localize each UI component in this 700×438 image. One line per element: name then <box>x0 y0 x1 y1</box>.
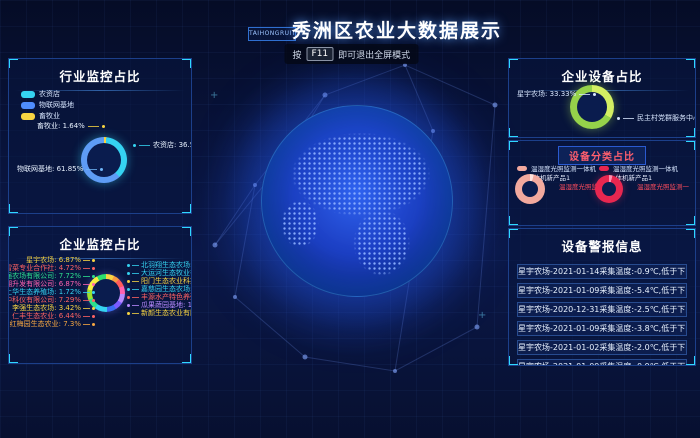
hint-prefix: 按 <box>293 48 302 61</box>
callout-dot <box>102 125 105 128</box>
alert-list-item[interactable]: 星宇农场-2021-01-14采集温度:-0.9℃,低于下限:0℃ <box>517 264 687 279</box>
legend-swatch <box>21 113 35 120</box>
callout-dot <box>92 315 95 318</box>
callout-line <box>132 289 139 290</box>
decor-plus: + <box>478 310 486 321</box>
alert-list-item[interactable]: 星宇农场-2020-12-31采集温度:-2.5℃,低于下限:0℃ <box>517 302 687 317</box>
callout-line <box>83 324 90 325</box>
category-donut-left <box>515 174 545 204</box>
panel-title: 行业监控占比 <box>9 59 191 90</box>
chart-callout: 新颜生态农业有限公司: 6.879 <box>127 308 192 318</box>
callout-dot <box>92 267 95 270</box>
f11-key-badge: F11 <box>307 47 334 61</box>
legend-label: 物联网基地 <box>39 100 74 110</box>
panel-industry-monitoring: 行业监控占比 农资店 物联网基地 畜牧业 畜牧业: 1.64% 农资店: 36.… <box>8 58 192 214</box>
callout-dot <box>92 307 95 310</box>
callout-line <box>83 308 90 309</box>
callout-dot <box>127 296 130 299</box>
legend-item[interactable]: 物联网基地 <box>21 100 74 110</box>
callout-dot <box>92 275 95 278</box>
panel-title: 企业监控占比 <box>9 227 191 258</box>
callout-line <box>623 118 634 119</box>
panel-enterprise-devices: 企业设备占比 星宇农场: 33.33% 民主村党群服务中心: <box>508 58 696 138</box>
callout-line <box>83 260 90 261</box>
callout-dot <box>92 259 95 262</box>
callout-line <box>88 126 99 127</box>
callout-line <box>132 265 139 266</box>
callout-line <box>86 169 97 170</box>
chart-callout: 民主村党群服务中心: <box>617 113 696 123</box>
chart-callout: 农资店: 36.51% <box>133 140 192 150</box>
callout-dot <box>127 288 130 291</box>
legend-label: 畜牧业 <box>39 111 60 121</box>
callout-dot <box>92 291 95 294</box>
fullscreen-hint-toast: 按 F11 即可退出全屏模式 <box>285 44 419 64</box>
chart-callout: 物联网基地: 61.85% <box>17 164 103 174</box>
callout-dot <box>617 117 620 120</box>
callout-line <box>83 268 90 269</box>
callout-dot <box>133 144 136 147</box>
callout-dot <box>92 299 95 302</box>
callout-dot <box>92 323 95 326</box>
page-title: 秀洲区农业大数据展示 <box>292 16 502 43</box>
callout-line <box>83 316 90 317</box>
panel-device-alerts: 设备警报信息 星宇农场-2021-01-14采集温度:-0.9℃,低于下限:0℃… <box>508 228 696 366</box>
callout-label: 畜牧业: 1.64% <box>37 121 85 131</box>
callout-line <box>132 273 139 274</box>
legend-swatch <box>21 102 35 109</box>
callout-line <box>83 276 90 277</box>
panel-enterprise-monitoring: 企业监控占比 星宇农场: 6.87% 秀洲雪菜专业合作社: 4.72% 家强农场… <box>8 226 192 364</box>
callout-dot <box>127 280 130 283</box>
alert-list-item[interactable]: 星宇农场-2021-01-09采集温度:-3.8℃,低于下限:0℃ <box>517 321 687 336</box>
callout-dot <box>100 168 103 171</box>
decor-plus: + <box>210 90 218 101</box>
brand-logo: TAIHONGRUIT <box>248 27 296 41</box>
panel-device-category: 设备分类占比 温湿度光照监测一体机 一体机新产品1 温湿度光照监测一 温湿度光照… <box>508 140 696 226</box>
callout-line <box>132 305 139 306</box>
callout-dot <box>127 264 130 267</box>
callout-line <box>139 145 150 146</box>
callout-line <box>579 94 590 95</box>
callout-line <box>132 281 139 282</box>
category-donut-right <box>595 175 623 203</box>
globe-continent-dots <box>262 106 452 296</box>
callout-label: 红梅园生态农业: 7.3% <box>10 319 81 329</box>
chart-callout: 温湿度光照监测一 <box>637 181 689 191</box>
callout-dot <box>92 283 95 286</box>
chart-callout: 红梅园生态农业: 7.3% <box>10 319 95 329</box>
callout-line <box>83 284 90 285</box>
callout-dot <box>127 312 130 315</box>
callout-label: 新颜生态农业有限公司: 6.879 <box>141 308 192 318</box>
legend-swatch <box>21 91 35 98</box>
legend-label: 农资店 <box>39 89 60 99</box>
callout-line <box>83 300 90 301</box>
panel-title: 设备警报信息 <box>509 229 695 260</box>
chart-callout: 星宇农场: 33.33% <box>517 89 596 99</box>
legend-swatch <box>599 166 609 171</box>
alert-list-item[interactable]: 星宇农场-2021-01-09采集温度:-0.9℃,低于下限:0℃ <box>517 359 687 366</box>
callout-label: 物联网基地: 61.85% <box>17 164 83 174</box>
callout-line <box>132 313 139 314</box>
callout-dot <box>127 272 130 275</box>
callout-dot <box>593 93 596 96</box>
alert-list-item[interactable]: 星宇农场-2021-01-09采集温度:-5.4℃,低于下限:0℃ <box>517 283 687 298</box>
callout-label: 民主村党群服务中心: <box>637 113 696 123</box>
alert-list-item[interactable]: 星宇农场-2021-01-02采集温度:-2.0℃,低于下限:0℃ <box>517 340 687 355</box>
callout-label: 星宇农场: 33.33% <box>517 89 576 99</box>
callout-line <box>132 297 139 298</box>
panel-title: 企业设备占比 <box>509 59 695 90</box>
legend-item[interactable]: 畜牧业 <box>21 111 60 121</box>
globe <box>261 105 453 297</box>
chart-callout: 畜牧业: 1.64% <box>37 121 105 131</box>
callout-label: 农资店: 36.51% <box>153 140 192 150</box>
callout-dot <box>127 304 130 307</box>
legend-item[interactable]: 农资店 <box>21 89 60 99</box>
callout-line <box>83 292 90 293</box>
hint-suffix: 即可退出全屏模式 <box>338 48 410 61</box>
industry-donut-chart <box>81 137 127 183</box>
legend-swatch <box>517 166 527 171</box>
